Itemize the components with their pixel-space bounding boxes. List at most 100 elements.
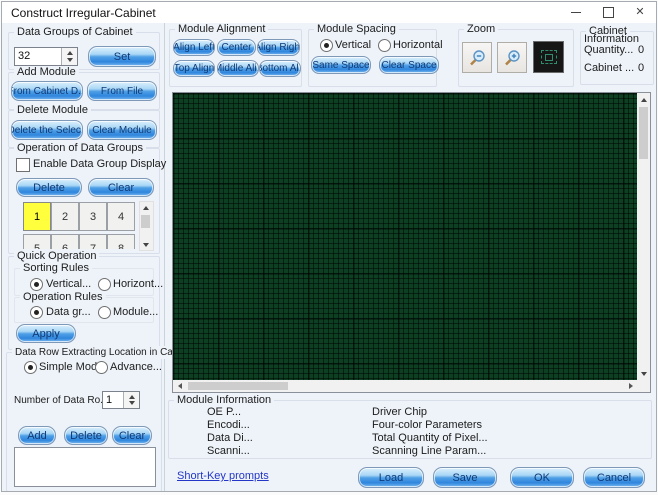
scroll-right-button[interactable] <box>625 381 636 391</box>
module-info-data-direction: Data Di... <box>207 432 253 445</box>
data-group-clear-button[interactable]: Clear <box>88 178 154 197</box>
zoom-in-button[interactable] <box>497 42 527 73</box>
spacing-vertical-label: Vertical <box>335 39 371 52</box>
scrollbar-thumb[interactable] <box>188 382 288 390</box>
module-info-four-color-parameters: Four-color Parameters <box>372 419 482 432</box>
top-align-button[interactable]: Top Align <box>173 60 215 77</box>
scroll-up-button[interactable] <box>638 94 649 105</box>
data-group-1-button[interactable]: 1 <box>23 202 51 231</box>
number-of-data-rows-label: Number of Data Ro... <box>14 394 108 407</box>
save-button[interactable]: Save <box>433 467 497 488</box>
group-title: Zoom <box>464 23 498 36</box>
data-group-5-button[interactable]: 5 <box>23 234 51 249</box>
from-cabinet-database-button[interactable]: From Cabinet D... <box>11 81 83 101</box>
maximize-button[interactable] <box>592 2 624 23</box>
cancel-button[interactable]: Cancel <box>583 467 645 488</box>
dialog-window: Construct Irregular-Cabinet ✕ Data Group… <box>1 1 657 492</box>
module-info-oe-polarity: OE P... <box>207 406 241 419</box>
spacing-horizontal-radio[interactable] <box>378 39 391 52</box>
data-groups-count-spinner[interactable]: 32 <box>14 47 78 66</box>
close-icon: ✕ <box>635 7 644 18</box>
spinner-arrows[interactable] <box>61 48 77 65</box>
data-group-7-button[interactable]: 7 <box>79 234 107 249</box>
from-file-button[interactable]: From File <box>87 81 157 101</box>
scroll-left-icon <box>178 383 182 389</box>
spin-up-icon <box>129 395 135 399</box>
spacing-vertical-radio[interactable] <box>320 39 333 52</box>
clear-space-button[interactable]: Clear Space <box>379 56 439 74</box>
group-module-alignment: Module Alignment <box>169 29 302 87</box>
clear-module-button[interactable]: Clear Module <box>87 120 157 140</box>
enable-data-group-display-checkbox[interactable] <box>16 158 30 172</box>
sorting-horizontal-radio[interactable] <box>98 278 111 291</box>
load-button[interactable]: Load <box>358 467 424 488</box>
data-group-4-button[interactable]: 4 <box>107 202 135 231</box>
canvas-horizontal-scrollbar[interactable] <box>173 380 637 392</box>
data-row-clear-button[interactable]: Clear <box>112 426 152 445</box>
data-group-6-button[interactable]: 6 <box>51 234 79 249</box>
ok-button[interactable]: OK <box>510 467 574 488</box>
cabinet-canvas[interactable] <box>172 92 651 393</box>
cabinet-count-value: 0 <box>638 62 644 75</box>
center-button[interactable]: Center <box>217 39 256 56</box>
zoom-in-icon <box>502 48 522 68</box>
data-group-3-button[interactable]: 3 <box>79 202 107 231</box>
group-title: Module Alignment <box>175 23 268 36</box>
number-of-data-rows-spinner[interactable]: 1 <box>102 391 140 409</box>
data-group-2-button[interactable]: 2 <box>51 202 79 231</box>
same-space-button[interactable]: Same Space <box>311 56 371 74</box>
data-row-listbox[interactable] <box>14 447 156 487</box>
scroll-up-icon <box>641 98 647 102</box>
sorting-vertical-radio[interactable] <box>30 278 43 291</box>
data-group-8-button[interactable]: 8 <box>107 234 135 249</box>
sorting-horizontal-label: Horizont... <box>113 278 163 291</box>
spacing-horizontal-label: Horizontal <box>393 39 443 52</box>
group-title: Delete Module <box>14 104 91 117</box>
zoom-out-button[interactable] <box>462 42 492 73</box>
scrollbar-thumb[interactable] <box>639 107 648 159</box>
operation-module-label: Module... <box>113 306 158 319</box>
align-left-button[interactable]: Align Left <box>173 39 215 56</box>
number-grid-scrollbar[interactable] <box>139 201 154 251</box>
window-controls: ✕ <box>560 2 656 23</box>
advanced-mode-radio[interactable] <box>95 361 108 374</box>
zoom-fit-button[interactable] <box>533 41 564 73</box>
data-group-delete-button[interactable]: Delete <box>16 178 82 197</box>
cabinet-quantity-label: Quantity... <box>584 44 633 57</box>
scroll-down-button[interactable] <box>638 368 649 379</box>
canvas-vertical-scrollbar[interactable] <box>637 93 650 380</box>
module-info-scanning: Scanni... <box>207 445 250 458</box>
scrollbar-thumb[interactable] <box>141 215 150 228</box>
group-title: Module Spacing <box>314 23 399 36</box>
align-right-button[interactable]: Align Right <box>257 39 300 56</box>
minimize-button[interactable] <box>560 2 592 23</box>
operation-module-radio[interactable] <box>98 306 111 319</box>
spin-up-icon <box>67 51 73 55</box>
short-key-prompts-link[interactable]: Short-Key prompts <box>177 470 269 482</box>
data-groups-count-value: 32 <box>15 48 61 65</box>
led-module-grid[interactable] <box>173 93 637 380</box>
group-title: Operation Rules <box>20 291 106 304</box>
scroll-down-button[interactable] <box>140 239 151 250</box>
group-title: Sorting Rules <box>20 262 92 275</box>
bottom-align-button[interactable]: Bottom Al.. <box>259 60 301 77</box>
spinner-arrows[interactable] <box>123 392 139 408</box>
data-row-add-button[interactable]: Add <box>18 426 56 445</box>
title-bar: Construct Irregular-Cabinet ✕ <box>2 2 656 23</box>
scroll-up-button[interactable] <box>140 202 151 213</box>
simple-mode-radio[interactable] <box>24 361 37 374</box>
set-button[interactable]: Set <box>88 46 156 67</box>
middle-align-button[interactable]: Middle Ali.. <box>217 60 259 77</box>
delete-selected-button[interactable]: Delete the Selec.. <box>11 120 83 140</box>
spin-down-icon <box>67 58 73 62</box>
scroll-left-button[interactable] <box>174 381 185 391</box>
apply-button[interactable]: Apply <box>16 324 76 343</box>
close-button[interactable]: ✕ <box>624 2 656 23</box>
fit-selection-icon <box>541 50 557 64</box>
data-row-delete-button[interactable]: Delete <box>64 426 108 445</box>
scrollbar-corner <box>637 380 650 392</box>
module-info-driver-chip: Driver Chip <box>372 406 427 419</box>
operation-data-group-radio[interactable] <box>30 306 43 319</box>
window-title: Construct Irregular-Cabinet <box>11 6 156 20</box>
minimize-icon <box>571 12 581 13</box>
